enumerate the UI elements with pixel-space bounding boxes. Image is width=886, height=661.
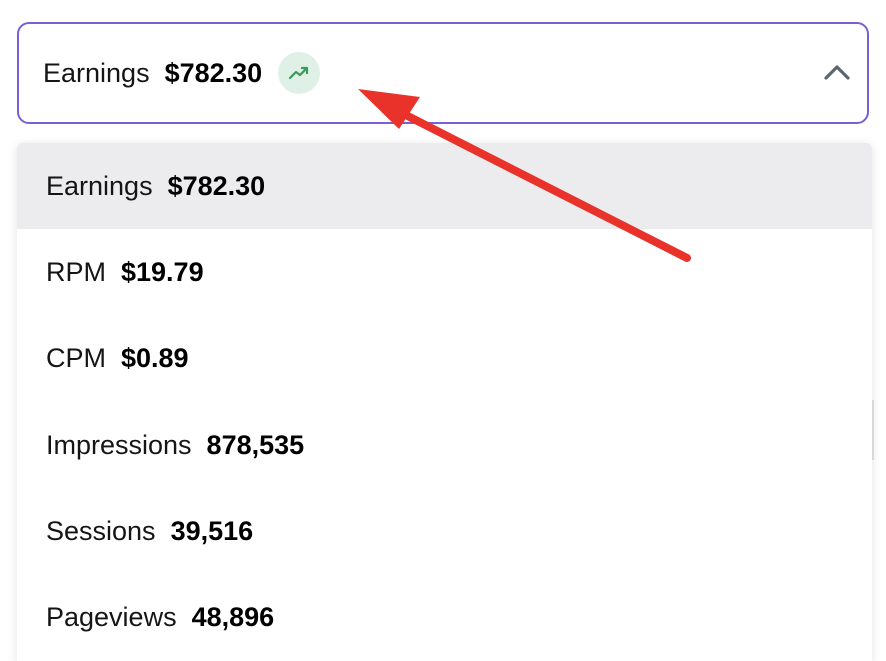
metric-dropdown-list: Earnings $782.30 RPM $19.79 CPM $0.89 Im… [17, 143, 872, 661]
option-label: Impressions [46, 429, 192, 460]
select-value: $782.30 [164, 57, 263, 88]
option-cpm[interactable]: CPM $0.89 [17, 316, 872, 402]
chevron-up-icon[interactable] [823, 62, 851, 82]
option-label: CPM [46, 343, 106, 374]
option-pageviews[interactable]: Pageviews 48,896 [17, 574, 872, 660]
metric-select[interactable]: Earnings $782.30 [17, 22, 869, 124]
scroll-edge [872, 400, 874, 460]
select-label: Earnings [43, 57, 150, 88]
trending-up-icon [278, 52, 321, 94]
option-label: Earnings [46, 170, 153, 201]
option-value: 48,896 [191, 602, 275, 633]
option-label: RPM [46, 256, 106, 287]
option-value: 39,516 [170, 515, 254, 546]
option-earnings[interactable]: Earnings $782.30 [17, 143, 872, 230]
option-label: Pageviews [46, 602, 177, 633]
metric-selector-card: Earnings $782.30 Earnings $782.30 RPM $1… [0, 0, 886, 661]
option-value: $19.79 [121, 256, 204, 287]
option-value: $782.30 [167, 170, 266, 201]
option-rpm[interactable]: RPM $19.79 [17, 229, 872, 315]
option-value: $0.89 [121, 343, 189, 374]
option-label: Sessions [46, 515, 156, 546]
option-impressions[interactable]: Impressions 878,535 [17, 402, 872, 488]
option-value: 878,535 [206, 429, 305, 460]
option-sessions[interactable]: Sessions 39,516 [17, 488, 872, 574]
